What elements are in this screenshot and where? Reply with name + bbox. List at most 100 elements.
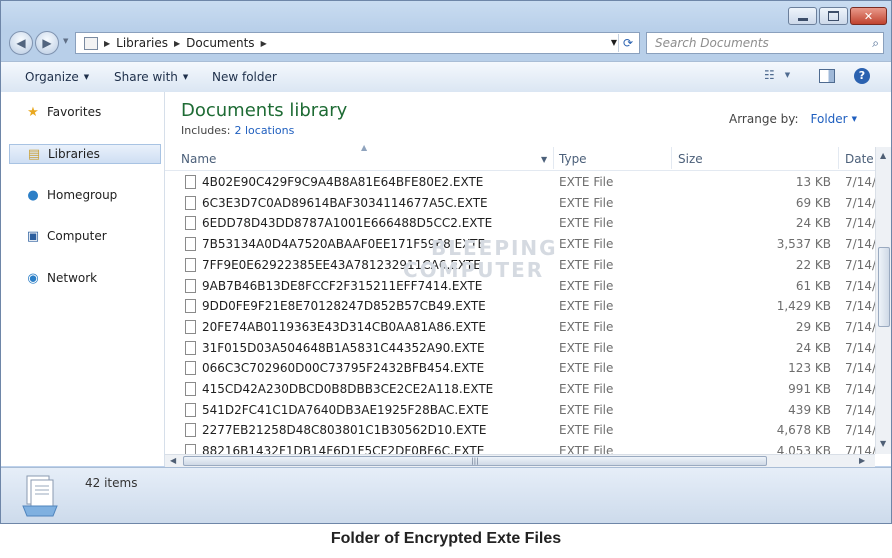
file-icon (185, 278, 196, 293)
title-bar: ✕ (1, 1, 891, 29)
file-type: EXTE File (559, 402, 614, 417)
table-row[interactable]: 7FF9E0E62922385EE43A781232911CA6.EXTE EXT… (165, 255, 875, 276)
table-row[interactable]: 2277EB21258D48C803801C1B30562D10.EXTE EXT… (165, 420, 875, 441)
table-row[interactable]: 88216B1432F1DB14F6D1F5CF2DF0BF6C.EXTE EXT… (165, 441, 875, 454)
address-bar[interactable]: ▶ Libraries ▶ Documents ▶ ▼ ⟳ (75, 32, 640, 54)
back-arrow-icon: ◀ (16, 36, 26, 50)
breadcrumb-separator-icon[interactable]: ▶ (104, 39, 110, 48)
forward-button[interactable]: ▶ (35, 31, 59, 55)
vertical-scroll-thumb[interactable] (878, 247, 890, 327)
table-row[interactable]: 20FE74AB0119363E43D314CB0AA81A86.EXTE EXT… (165, 317, 875, 338)
chevron-down-icon[interactable]: ▼ (852, 115, 857, 123)
scroll-up-icon[interactable]: ▲ (880, 151, 886, 160)
file-size: 61 KB (795, 278, 831, 293)
file-type: EXTE File (559, 216, 614, 231)
recent-pages-dropdown-icon[interactable]: ▼ (63, 37, 68, 45)
file-date: 7/14/ (845, 444, 875, 454)
horizontal-scrollbar[interactable]: ◀ ||| ▶ (165, 454, 875, 467)
arrange-by-label: Arrange by: (729, 112, 799, 126)
column-header-type[interactable]: Type (559, 152, 587, 166)
file-type: EXTE File (559, 423, 614, 438)
new-folder-button[interactable]: New folder (212, 70, 277, 84)
file-name: 88216B1432F1DB14F6D1F5CF2DF0BF6C.EXTE (202, 444, 485, 454)
sidebar-item-label: Libraries (48, 147, 100, 161)
close-icon: ✕ (863, 9, 874, 23)
sidebar-item-libraries[interactable]: ▤ Libraries (9, 144, 161, 164)
vertical-scrollbar[interactable]: ▲ ▼ (875, 147, 891, 454)
library-includes: Includes: 2 locations (181, 124, 294, 137)
table-row[interactable]: 9AB7B46B13DE8FCCF2F315211EFF7414.EXTE EXT… (165, 276, 875, 297)
organize-label: Organize (25, 70, 79, 84)
horizontal-scroll-thumb[interactable]: ||| (183, 456, 767, 466)
locations-link[interactable]: 2 locations (234, 124, 294, 137)
column-divider[interactable] (553, 147, 554, 169)
minimize-button[interactable] (788, 7, 817, 25)
breadcrumb-separator-icon[interactable]: ▶ (261, 39, 267, 48)
scroll-right-icon[interactable]: ▶ (859, 456, 865, 465)
sidebar-item-label: Computer (47, 229, 107, 243)
sidebar-item-favorites[interactable]: ★ Favorites (9, 102, 161, 122)
maximize-icon (828, 11, 839, 21)
file-date: 7/14/ (845, 340, 875, 355)
file-type: EXTE File (559, 340, 614, 355)
preview-pane-icon[interactable] (819, 69, 835, 83)
table-row[interactable]: 066C3C702960D00C73795F2432BFB454.EXTE EXT… (165, 358, 875, 379)
organize-button[interactable]: Organize ▼ (25, 70, 89, 84)
file-name: 541D2FC41C1DA7640DB3AE1925F28BAC.EXTE (202, 402, 489, 417)
table-row[interactable]: 9DD0FE9F21E8E70128247D852B57CB49.EXTE EXT… (165, 296, 875, 317)
scroll-down-icon[interactable]: ▼ (880, 439, 886, 448)
table-row[interactable]: 6EDD78D43DD8787A1001E666488D5CC2.EXTE EXT… (165, 213, 875, 234)
back-button[interactable]: ◀ (9, 31, 33, 55)
share-with-label: Share with (114, 70, 178, 84)
table-row[interactable]: 7B53134A0D4A7520ABAAF0EE171F5968.EXTE EXT… (165, 234, 875, 255)
change-view-button[interactable]: ☷ ▼ (764, 68, 790, 82)
file-type: EXTE File (559, 319, 614, 334)
share-with-button[interactable]: Share with ▼ (114, 70, 188, 84)
column-divider[interactable] (671, 147, 672, 169)
column-header-size[interactable]: Size (678, 152, 703, 166)
column-header-date[interactable]: Date (845, 152, 874, 166)
file-icon (185, 175, 196, 189)
table-row[interactable]: 31F015D03A504648B1A5831C44352A90.EXTE EXT… (165, 338, 875, 359)
file-name: 7B53134A0D4A7520ABAAF0EE171F5968.EXTE (202, 237, 486, 252)
file-size: 24 KB (795, 340, 831, 355)
file-size: 29 KB (795, 319, 831, 334)
file-date: 7/14/ (845, 216, 875, 231)
file-name: 31F015D03A504648B1A5831C44352A90.EXTE (202, 340, 485, 355)
table-row[interactable]: 415CD42A230DBCD0B8DBB3CE2CE2A118.EXTE EXT… (165, 379, 875, 400)
file-type: EXTE File (559, 299, 614, 314)
file-type: EXTE File (559, 195, 614, 210)
scroll-left-icon[interactable]: ◀ (170, 456, 176, 465)
table-row[interactable]: 4B02E90C429F9C9A4B8A81E64BFE80E2.EXTE EXT… (165, 172, 875, 193)
breadcrumb-libraries[interactable]: Libraries (116, 36, 168, 50)
column-divider[interactable] (838, 147, 839, 169)
star-icon: ★ (27, 104, 39, 120)
breadcrumb-separator-icon[interactable]: ▶ (174, 39, 180, 48)
sidebar-item-label: Homegroup (47, 188, 118, 202)
breadcrumb-documents[interactable]: Documents (186, 36, 254, 50)
refresh-icon[interactable]: ⟳ (618, 34, 637, 52)
file-name: 7FF9E0E62922385EE43A781232911CA6.EXTE (202, 257, 481, 272)
column-header-name[interactable]: Name (181, 152, 216, 166)
file-date: 7/14/ (845, 195, 875, 210)
maximize-button[interactable] (819, 7, 848, 25)
close-button[interactable]: ✕ (850, 7, 887, 25)
file-icon (185, 444, 196, 454)
help-icon[interactable]: ? (854, 68, 870, 84)
chevron-down-icon[interactable]: ▼ (541, 155, 547, 164)
sidebar-item-network[interactable]: ◉ Network (9, 268, 161, 288)
file-date: 7/14/ (845, 237, 875, 252)
details-pane: 42 items (1, 467, 891, 523)
file-date: 7/14/ (845, 382, 875, 396)
sidebar-item-homegroup[interactable]: ● Homegroup (9, 185, 161, 205)
search-input[interactable]: Search Documents ⌕ (646, 32, 884, 54)
address-dropdown-icon[interactable]: ▼ (611, 38, 617, 47)
sidebar-item-computer[interactable]: ▣ Computer (9, 226, 161, 246)
table-row[interactable]: 6C3E3D7C0AD89614BAF3034114677A5C.EXTE EXT… (165, 193, 875, 214)
file-size: 69 KB (795, 195, 831, 210)
file-date: 7/14/ (845, 175, 875, 189)
file-name: 415CD42A230DBCD0B8DBB3CE2CE2A118.EXTE (202, 382, 494, 396)
arrange-by-dropdown[interactable]: Folder (811, 112, 848, 126)
search-icon[interactable]: ⌕ (872, 33, 879, 53)
table-row[interactable]: 541D2FC41C1DA7640DB3AE1925F28BAC.EXTE EXT… (165, 400, 875, 421)
